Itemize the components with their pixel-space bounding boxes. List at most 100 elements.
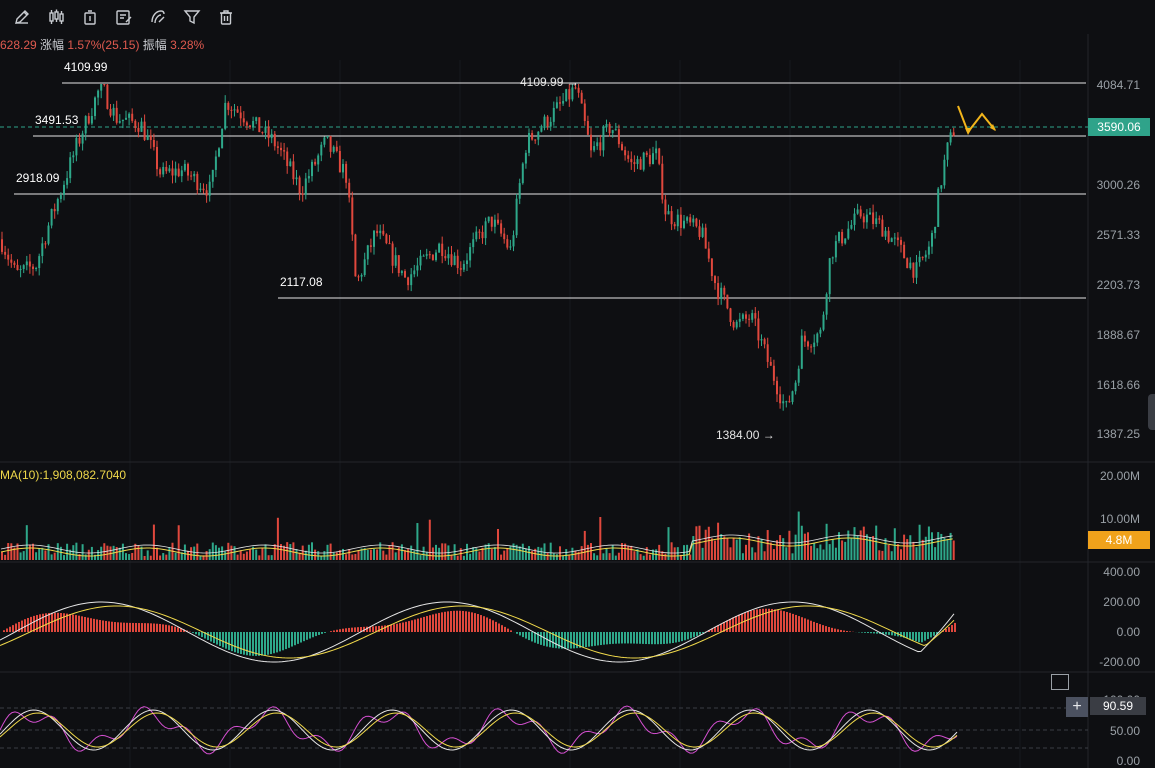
candle-body: [425, 254, 428, 256]
macd-histogram-bar: [681, 632, 683, 642]
macd-histogram-bar: [744, 612, 746, 632]
volume-bar: [366, 549, 369, 560]
macd-histogram-bar: [606, 632, 608, 645]
volume-bar: [38, 548, 41, 560]
volume-bar: [893, 528, 896, 560]
macd-histogram-bar: [504, 626, 506, 632]
candle-body: [865, 214, 868, 223]
macd-histogram-bar: [414, 619, 416, 632]
volume-bar: [844, 541, 847, 560]
candle-body: [146, 135, 149, 140]
volume-bar: [565, 549, 568, 560]
macd-histogram-bar: [510, 630, 512, 632]
macd-histogram-bar: [774, 609, 776, 632]
candle-body: [379, 230, 382, 234]
candle-body: [38, 256, 41, 268]
candle-body: [286, 151, 289, 167]
candle-body: [639, 159, 642, 170]
volume-bar: [921, 539, 924, 560]
volume-bar: [670, 542, 673, 560]
candle-body: [202, 188, 205, 191]
macd-histogram-bar: [729, 618, 731, 632]
volume-bar: [807, 532, 809, 560]
candle-body: [1, 239, 3, 252]
volume-bar: [875, 525, 878, 560]
candle-body: [63, 184, 65, 196]
candle-body: [481, 231, 484, 239]
volume-bar: [608, 553, 611, 560]
volume-bar: [531, 551, 534, 560]
volume-bar: [416, 523, 419, 560]
level-label: 2117.08: [280, 275, 323, 289]
candle-body: [335, 146, 338, 151]
candle-body: [884, 230, 887, 237]
crosshair-plus-button[interactable]: +: [1066, 697, 1088, 717]
price-axis-tick: 1387.25: [1097, 427, 1141, 441]
candle-body: [667, 211, 670, 215]
volume-bar: [22, 551, 25, 560]
candle-body: [326, 135, 329, 138]
volume-bar: [183, 544, 186, 560]
candle-body: [338, 150, 341, 173]
macd-histogram-bar: [528, 632, 530, 641]
candle-body: [289, 161, 292, 167]
macd-histogram-bar: [312, 632, 314, 638]
macd-histogram-bar: [195, 632, 197, 635]
volume-bar: [841, 540, 844, 560]
candle-body: [171, 168, 174, 176]
candle-body: [552, 107, 555, 122]
volume-bar: [131, 552, 134, 560]
side-panel-toggle[interactable]: [1148, 394, 1155, 430]
candle-body: [909, 262, 912, 269]
volume-bar: [162, 553, 165, 560]
macd-histogram-bar: [294, 632, 296, 646]
chart-canvas[interactable]: 4084.71 3000.26 2571.33 2203.73 1888.67 1618.…: [0, 0, 1155, 768]
volume-bar: [152, 524, 155, 560]
candle-body: [342, 163, 344, 173]
macd-histogram-bar: [57, 612, 59, 632]
macd-histogram-bar: [876, 632, 878, 634]
macd-histogram-bar: [891, 632, 893, 636]
macd-histogram-bar: [933, 632, 935, 636]
volume-bar: [106, 545, 109, 560]
candle-body: [236, 109, 239, 113]
macd-histogram-bar: [165, 624, 167, 632]
macd-histogram-bar: [444, 611, 446, 632]
expand-icon[interactable]: [1051, 674, 1069, 690]
macd-histogram-bar: [60, 612, 62, 632]
price-axis-tick: 1888.67: [1097, 328, 1141, 342]
candle-body: [314, 161, 317, 165]
volume-bar: [264, 544, 267, 560]
macd-histogram-bar: [372, 626, 374, 632]
macd-histogram-bar: [810, 620, 812, 632]
candle-body: [803, 335, 806, 342]
macd-histogram-bar: [771, 608, 773, 632]
candle-body: [689, 217, 692, 223]
candle-body: [617, 129, 620, 145]
candle-body: [180, 170, 183, 177]
macd-histogram-bar: [177, 627, 179, 632]
macd-histogram-bar: [132, 622, 134, 632]
candle-body: [162, 166, 165, 175]
candle-body: [605, 124, 608, 128]
macd-histogram-bar: [753, 609, 755, 632]
macd-histogram-bar: [639, 632, 641, 644]
volume-bar: [236, 554, 239, 560]
macd-histogram-bar: [861, 632, 863, 633]
macd-histogram-bar: [726, 620, 728, 632]
volume-bar: [351, 554, 354, 560]
high-annotation: 4109.99 →: [520, 75, 579, 89]
volume-bar: [224, 551, 227, 560]
volume-bar: [524, 549, 527, 560]
candle-body: [813, 342, 816, 347]
macd-histogram-bar: [783, 611, 785, 632]
volume-bar: [825, 523, 828, 560]
candle-body: [590, 134, 592, 151]
macd-histogram-bar: [495, 621, 497, 632]
macd-histogram-bar: [9, 626, 11, 632]
macd-histogram-bar: [225, 632, 227, 649]
candle-body: [506, 239, 509, 248]
macd-histogram-bar: [243, 632, 245, 655]
candle-body: [466, 260, 468, 265]
macd-histogram-bar: [279, 632, 281, 652]
